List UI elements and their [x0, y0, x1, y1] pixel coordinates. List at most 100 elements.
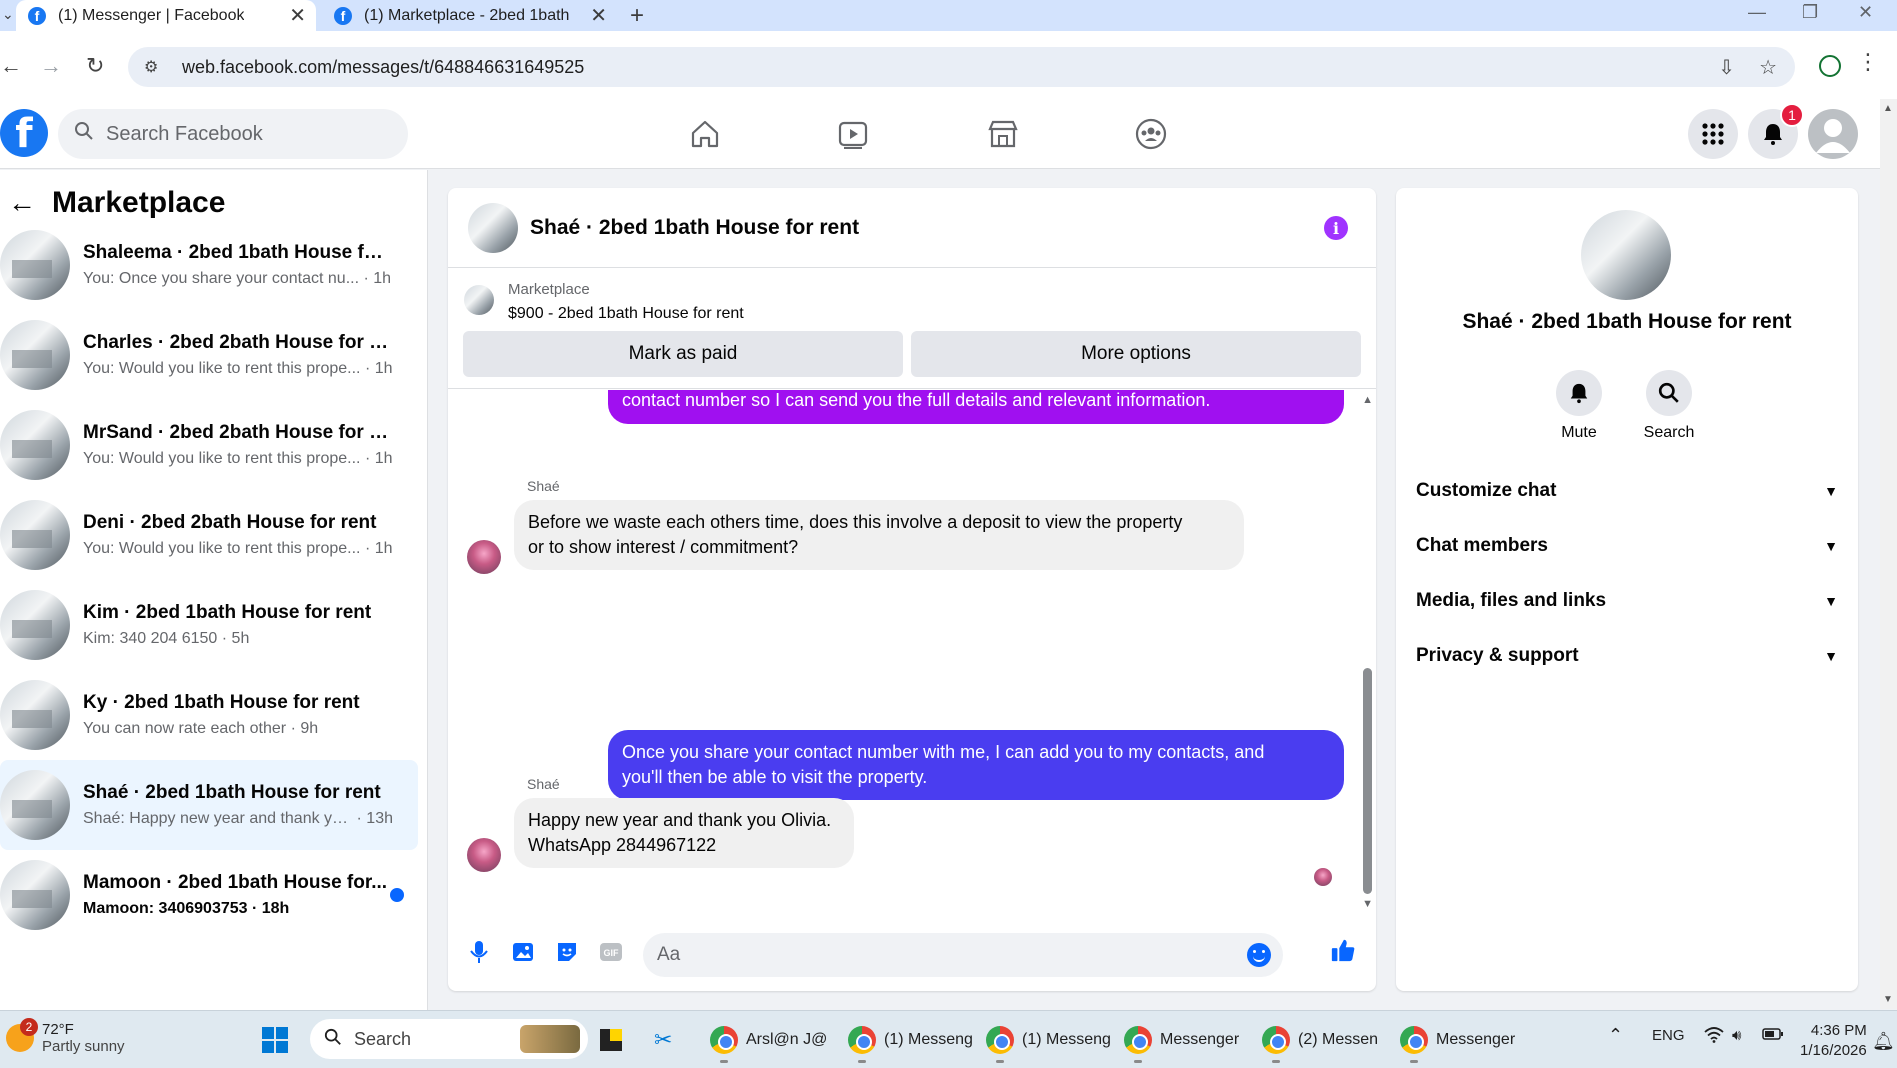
mute-action[interactable]: Mute: [1539, 370, 1619, 442]
snipping-tool-icon[interactable]: ✂: [654, 1027, 672, 1053]
profile-icon[interactable]: [1819, 55, 1841, 77]
taskbar-app-chrome[interactable]: (1) Messeng: [848, 1019, 973, 1063]
customize-chat-section[interactable]: Customize chat ▼: [1416, 471, 1838, 511]
facebook-search[interactable]: [58, 109, 408, 159]
taskbar-search[interactable]: Search: [310, 1019, 588, 1059]
minimize-icon[interactable]: —: [1748, 2, 1766, 23]
more-options-button[interactable]: More options: [911, 331, 1361, 377]
nav-home[interactable]: [680, 111, 730, 157]
listing-thumbnail: [0, 500, 70, 570]
scroll-down-arrow-icon[interactable]: ▼: [1883, 994, 1893, 1005]
taskbar-app-chrome[interactable]: (2) Messen: [1262, 1019, 1378, 1063]
nav-groups[interactable]: [1126, 111, 1176, 157]
chat-title[interactable]: Shaé · 2bed 1bath House for rent: [530, 216, 859, 240]
battery-icon[interactable]: [1762, 1027, 1784, 1045]
scroll-up-arrow-icon[interactable]: ▲: [1883, 103, 1893, 114]
sticky-notes-icon[interactable]: [600, 1029, 622, 1051]
sender-avatar[interactable]: [467, 838, 501, 872]
volume-icon[interactable]: 🔊︎: [1732, 1027, 1741, 1044]
conversation-time: · 18h: [251, 900, 290, 917]
close-window-icon[interactable]: ✕: [1858, 2, 1873, 23]
search-action[interactable]: Search: [1629, 370, 1709, 442]
menu-button[interactable]: [1688, 109, 1738, 159]
site-info-icon[interactable]: ⚙: [144, 57, 164, 77]
message-line: Before we waste each others time, does t…: [528, 512, 1183, 532]
media-files-links-section[interactable]: Media, files and links ▼: [1416, 581, 1838, 621]
facebook-logo[interactable]: f: [0, 109, 48, 157]
url-text[interactable]: web.facebook.com/messages/t/648846631649…: [182, 57, 584, 78]
gif-icon[interactable]: GIF: [598, 939, 624, 965]
chat-header: Shaé · 2bed 1bath House for rent i: [448, 188, 1376, 268]
tab-marketplace[interactable]: f (1) Marketplace - 2bed 1bath H ✕: [322, 0, 617, 31]
listing-avatar[interactable]: [464, 285, 494, 315]
message-bubble-outgoing[interactable]: contact number so I can send you the ful…: [608, 390, 1344, 424]
forward-icon[interactable]: →: [40, 53, 62, 79]
reload-icon[interactable]: ↻: [86, 53, 104, 79]
chat-members-section[interactable]: Chat members ▼: [1416, 526, 1838, 566]
address-bar[interactable]: ⚙ web.facebook.com/messages/t/6488466316…: [128, 47, 1795, 87]
message-bubble-outgoing[interactable]: Once you share your contact number with …: [608, 730, 1344, 800]
account-avatar[interactable]: [1808, 109, 1858, 159]
listing-price-title[interactable]: $900 - 2bed 1bath House for rent: [508, 305, 744, 323]
taskbar-app-chrome[interactable]: Arsl@n J@: [710, 1019, 827, 1063]
taskbar-app-chrome[interactable]: Messenger: [1124, 1019, 1239, 1063]
tray-overflow-chevron-icon[interactable]: ⌃: [1608, 1025, 1623, 1046]
sticker-icon[interactable]: [554, 939, 580, 965]
message-bubble-incoming[interactable]: Happy new year and thank you Olivia. Wha…: [514, 798, 854, 868]
bookmark-star-icon[interactable]: ☆: [1759, 55, 1777, 80]
emoji-icon[interactable]: [1247, 943, 1271, 967]
chat-avatar[interactable]: [468, 202, 518, 253]
conversation-item[interactable]: MrSand · 2bed 2bath House for rent You: …: [0, 400, 418, 490]
message-text-field[interactable]: [657, 944, 1217, 966]
page-scrollbar[interactable]: ▲ ▼: [1880, 99, 1897, 1009]
conversation-item-active[interactable]: Shaé · 2bed 1bath House for rent Shaé: H…: [0, 760, 418, 850]
back-icon[interactable]: ←: [0, 53, 22, 79]
privacy-support-section[interactable]: Privacy & support ▼: [1416, 636, 1838, 676]
conversation-item-unread[interactable]: Mamoon · 2bed 1bath House for... Mamoon:…: [0, 850, 418, 940]
new-tab-button[interactable]: +: [630, 2, 644, 30]
search-input[interactable]: [106, 122, 386, 146]
taskbar-app-chrome[interactable]: Messenger: [1400, 1019, 1515, 1063]
windows-start-icon[interactable]: [262, 1027, 288, 1053]
install-app-icon[interactable]: ⇩: [1718, 55, 1735, 80]
conversation-item[interactable]: Ky · 2bed 1bath House for rent You can n…: [0, 670, 418, 760]
weather-widget[interactable]: 2 72°F Partly sunny: [6, 1018, 125, 1055]
message-bubble-incoming[interactable]: Before we waste each others time, does t…: [514, 500, 1244, 570]
sender-avatar[interactable]: [467, 540, 501, 574]
conversation-preview: You can now rate each other: [83, 720, 287, 737]
tab-search-chevron-icon[interactable]: ⌄: [2, 6, 14, 23]
system-clock[interactable]: 4:36 PM 1/16/2026: [1800, 1021, 1867, 1061]
nav-marketplace[interactable]: [978, 111, 1028, 157]
close-tab-icon[interactable]: ✕: [590, 3, 607, 28]
conversation-item[interactable]: Shaleema · 2bed 1bath House for r... You…: [0, 220, 418, 310]
message-text: contact number so I can send you the ful…: [622, 390, 1211, 410]
running-indicator: [1134, 1060, 1142, 1063]
message-input[interactable]: [643, 933, 1283, 977]
scroll-up-arrow-icon[interactable]: ▲: [1362, 394, 1373, 406]
conversation-item[interactable]: Charles · 2bed 2bath House for rent You:…: [0, 310, 418, 400]
conversation-item[interactable]: Deni · 2bed 2bath House for rent You: Wo…: [0, 490, 418, 580]
language-indicator[interactable]: ENG: [1652, 1027, 1685, 1044]
wifi-icon[interactable]: [1704, 1027, 1724, 1047]
back-arrow-icon[interactable]: ←: [8, 187, 36, 219]
running-indicator: [1410, 1060, 1418, 1063]
close-tab-icon[interactable]: ✕: [289, 3, 306, 28]
photo-icon[interactable]: [510, 939, 536, 965]
info-icon[interactable]: i: [1324, 216, 1348, 240]
conversation-time: · 1h: [364, 450, 393, 467]
bell-icon: [1764, 124, 1782, 145]
taskbar-app-chrome[interactable]: (1) Messeng: [986, 1019, 1111, 1063]
mark-as-paid-button[interactable]: Mark as paid: [463, 331, 903, 377]
scroll-down-arrow-icon[interactable]: ▼: [1362, 898, 1373, 910]
nav-video[interactable]: [828, 111, 878, 157]
conversation-avatar[interactable]: [1581, 210, 1671, 300]
notification-center-bell-icon[interactable]: 🔔︎: [1872, 1031, 1895, 1052]
browser-menu-icon[interactable]: ⋮: [1857, 49, 1879, 75]
chat-scrollbar-thumb[interactable]: [1363, 668, 1372, 894]
tab-messenger[interactable]: f (1) Messenger | Facebook ✕: [16, 0, 316, 31]
conversation-item[interactable]: Kim · 2bed 1bath House for rent Kim: 340…: [0, 580, 418, 670]
thumbs-up-icon[interactable]: [1330, 937, 1356, 963]
restore-icon[interactable]: ❐: [1802, 2, 1818, 23]
microphone-icon[interactable]: [466, 939, 492, 965]
sender-name: Shaé: [527, 478, 560, 494]
